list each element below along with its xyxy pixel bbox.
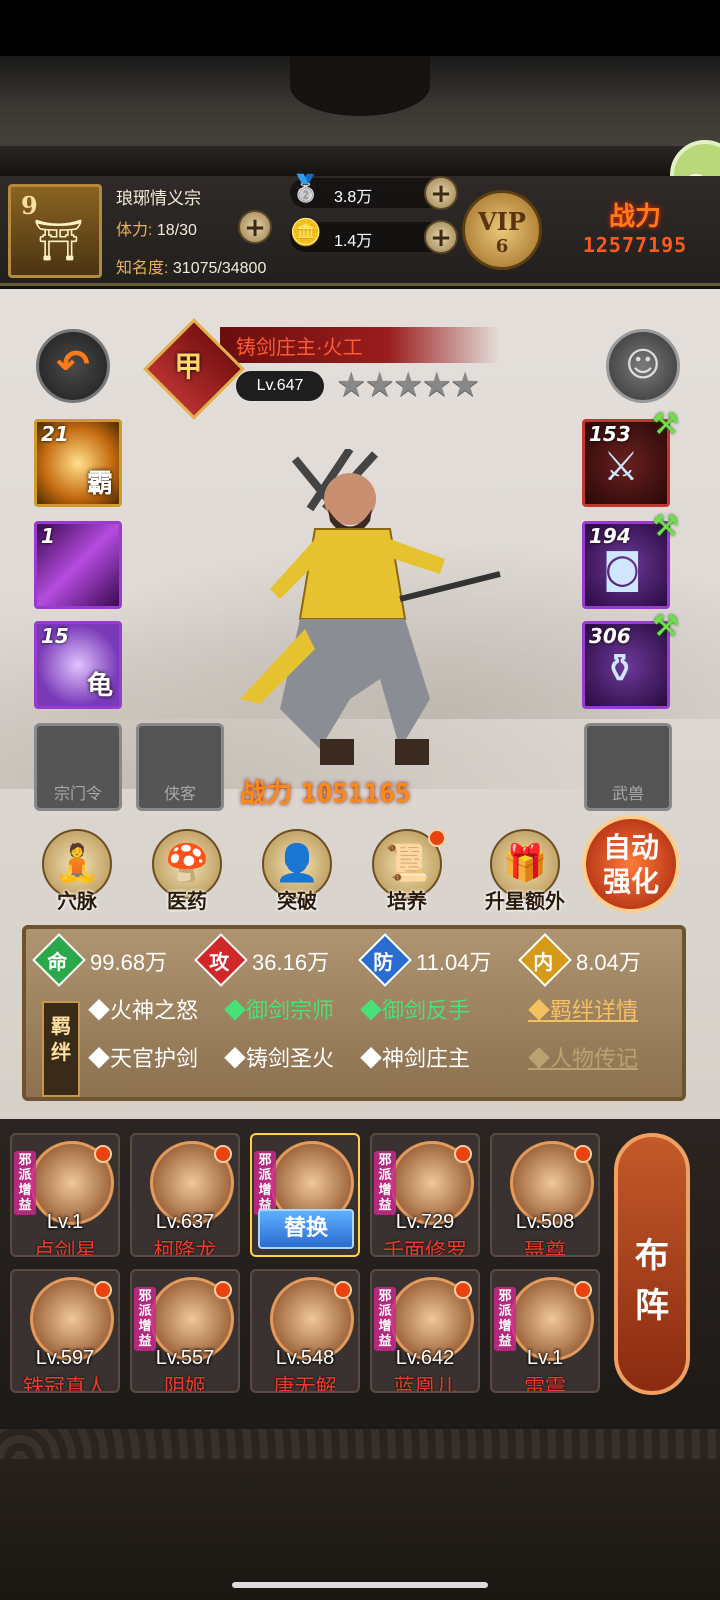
- sword-icon: ⚔: [603, 444, 639, 490]
- notification-dot: [334, 1281, 352, 1299]
- vip-badge[interactable]: VIP 6: [462, 190, 542, 270]
- player-level: 9: [21, 191, 38, 220]
- hero-roster: 邪派增益 Lv.1 卢剑星 Lv.637 柯降龙 邪派增益 替换 邪派增益 Lv…: [0, 1119, 720, 1429]
- upgrade-hammer-icon[interactable]: ⚒: [652, 509, 692, 549]
- formation-button[interactable]: 布阵: [614, 1133, 690, 1395]
- bracer-icon: ◙: [603, 546, 642, 592]
- bond-tag: 羁绊: [42, 1001, 80, 1097]
- add-silver-button[interactable]: +: [424, 176, 458, 210]
- upgrade-hammer-icon[interactable]: ⚒: [652, 407, 692, 447]
- bond-details-link[interactable]: ◆羁绊详情: [528, 993, 638, 1025]
- bond-item: ◆御剑反手: [360, 998, 471, 1023]
- notification-dot: [574, 1145, 592, 1163]
- wave-pattern: [0, 1429, 720, 1459]
- add-stamina-button[interactable]: +: [238, 210, 272, 244]
- star-rating: ★★★★★: [336, 365, 480, 405]
- inner-power-icon: 内: [518, 933, 572, 987]
- total-power-value: 12577195: [582, 233, 688, 257]
- function-meridian[interactable]: 🧘 穴脉: [32, 829, 122, 914]
- skill-slot-3[interactable]: 15 龟: [34, 621, 122, 709]
- biography-link[interactable]: ◆人物传记: [528, 1041, 638, 1073]
- function-star-up-extra[interactable]: 🎁 升星额外: [470, 829, 580, 914]
- bond-item: ◆天官护剑: [88, 1046, 199, 1071]
- roster-card[interactable]: Lv.548 唐无解: [250, 1269, 360, 1393]
- function-breakthrough[interactable]: 👤 突破: [252, 829, 342, 914]
- roster-card[interactable]: 邪派增益 Lv.1 雷震: [490, 1269, 600, 1393]
- roster-card[interactable]: Lv.597 铁冠真人: [10, 1269, 120, 1393]
- silver-ingot-icon: 🥈: [289, 174, 323, 204]
- hp-icon: 命: [32, 933, 86, 987]
- function-cultivate[interactable]: 📜 培养: [362, 829, 452, 914]
- fame-value: 31075/34800: [172, 260, 267, 277]
- notification-dot: [214, 1281, 232, 1299]
- auto-enhance-button[interactable]: 自动 强化: [582, 815, 680, 913]
- hero-level: Lv.647: [236, 371, 324, 401]
- teapot-icon: ⚱: [603, 646, 637, 692]
- roster-card[interactable]: 邪派增益 Lv.557 阴姬: [130, 1269, 240, 1393]
- roster-card[interactable]: 邪派增益 Lv.729 千面修罗: [370, 1133, 480, 1257]
- fame-row: 知名度: 31075/34800: [116, 260, 267, 277]
- defense-icon: 防: [358, 933, 412, 987]
- vip-level: 6: [495, 236, 509, 257]
- roster-card-selected[interactable]: 邪派增益 替换: [250, 1133, 360, 1257]
- status-bar: [0, 0, 720, 56]
- beast-slot[interactable]: 武兽: [584, 723, 672, 811]
- notification-dot: [94, 1145, 112, 1163]
- notification-dot: [214, 1145, 232, 1163]
- notification-dot: [454, 1145, 472, 1163]
- attack-icon: 攻: [194, 933, 248, 987]
- bond-item: ◆铸剑圣火: [224, 1046, 335, 1071]
- hero-power: 战力 1051165: [240, 779, 411, 809]
- notification-dot: [454, 1281, 472, 1299]
- swap-button[interactable]: 替换: [258, 1209, 354, 1249]
- player-level-badge[interactable]: 9 ⛩: [8, 184, 102, 278]
- skill-slot-2[interactable]: 1: [34, 521, 122, 609]
- attribute-panel: 命 99.68万 攻 36.16万 防 11.04万 内 8.04万 羁绊 ◆火…: [22, 925, 686, 1101]
- notification-dot: [574, 1281, 592, 1299]
- total-power: 战力 12577195: [560, 196, 710, 257]
- roster-card[interactable]: Lv.508 聂尊: [490, 1133, 600, 1257]
- home-indicator[interactable]: [232, 1582, 488, 1588]
- bond-item: ◆火神之怒: [88, 998, 199, 1023]
- stamina-row: 体力: 18/30: [116, 222, 197, 239]
- bond-item: ◆御剑宗师: [224, 998, 335, 1023]
- hero-figure: [240, 449, 501, 765]
- roster-card[interactable]: 邪派增益 Lv.642 蓝凰儿: [370, 1269, 480, 1393]
- stamina-value: 18/30: [156, 222, 197, 239]
- bond-item: ◆神剑庄主: [360, 1046, 471, 1071]
- hero-power-value: 1051165: [301, 779, 411, 809]
- temple-roof: [0, 56, 720, 176]
- bottom-decoration: [0, 1429, 720, 1600]
- upgrade-hammer-icon[interactable]: ⚒: [652, 609, 692, 649]
- skill-slot-1[interactable]: 21 霸: [34, 419, 122, 507]
- hero-detail-panel: ↶ ☺ 铸剑庄主·火工 甲 Lv.647 ★★★★★ 21 霸 1 15 龟 宗…: [0, 289, 720, 1119]
- back-button[interactable]: ↶: [36, 329, 110, 403]
- roster-card[interactable]: 邪派增益 Lv.1 卢剑星: [10, 1133, 120, 1257]
- hero-name: 铸剑庄主·火工: [236, 337, 363, 359]
- notification-dot: [428, 829, 446, 847]
- function-medicine[interactable]: 🍄 医药: [142, 829, 232, 914]
- roster-card[interactable]: Lv.637 柯降龙: [130, 1133, 240, 1257]
- gold-ingot-icon: 🪙: [289, 218, 323, 248]
- character-portrait-button[interactable]: ☺: [606, 329, 680, 403]
- sect-name: 琅琊情义宗: [116, 189, 201, 208]
- sect-token-slot[interactable]: 宗门令: [34, 723, 122, 811]
- pavilion-icon: ⛩: [33, 218, 84, 264]
- roof-ornament: [290, 56, 430, 116]
- add-gold-button[interactable]: +: [424, 220, 458, 254]
- roof-eave: [0, 146, 720, 176]
- notification-dot: [94, 1281, 112, 1299]
